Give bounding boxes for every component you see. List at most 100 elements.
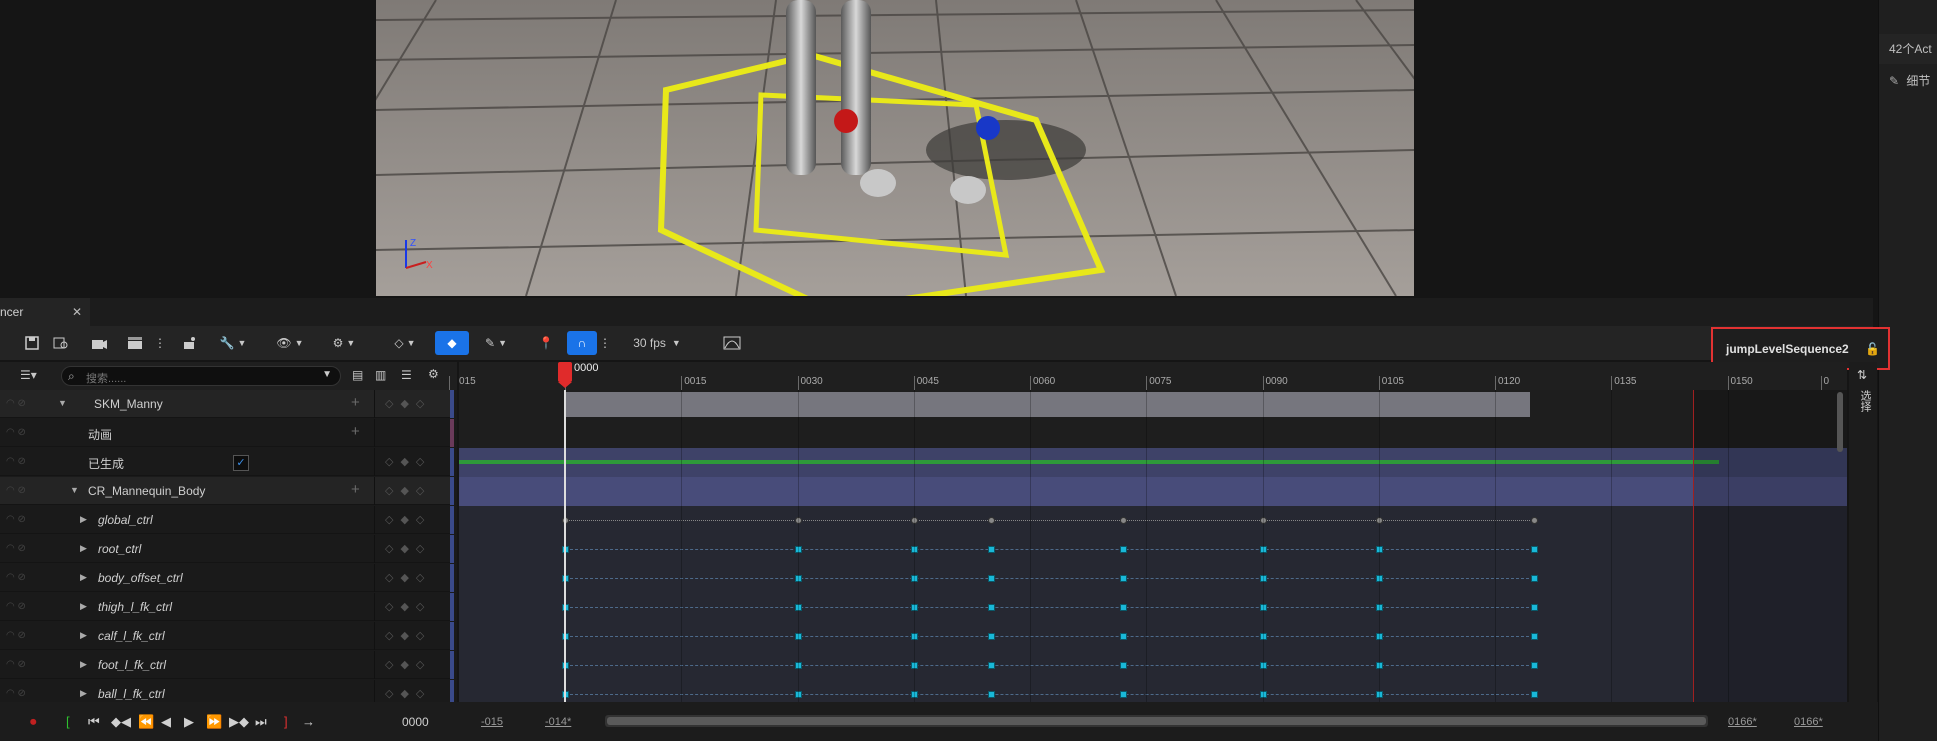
view-start-field[interactable]: -014* <box>545 716 571 728</box>
key-nav-icons[interactable]: ◇◆◇ <box>385 397 431 410</box>
keyframe[interactable] <box>988 633 996 640</box>
clapperboard-icon[interactable] <box>124 331 146 355</box>
keyframe[interactable] <box>1530 604 1538 611</box>
timeline-row[interactable] <box>459 593 1847 622</box>
keyframe[interactable] <box>1120 633 1127 640</box>
keyframe[interactable] <box>1530 691 1538 698</box>
timeline-row[interactable] <box>459 419 1847 448</box>
keyframe[interactable] <box>1120 546 1127 553</box>
fps-dropdown[interactable]: 30 fps ▼ <box>628 331 686 355</box>
set-end-icon[interactable]: ] <box>284 714 288 729</box>
curve-editor-icon[interactable] <box>721 331 743 355</box>
render-movie-icon[interactable] <box>88 331 110 355</box>
timeline-row[interactable] <box>459 680 1847 702</box>
keyframe[interactable] <box>988 604 996 611</box>
keyframe[interactable] <box>1120 662 1127 669</box>
timeline-row[interactable] <box>459 651 1847 680</box>
edit-mode-dropdown[interactable]: ✎ ▼ <box>478 331 514 355</box>
expand-arrow-icon[interactable]: ▶ <box>80 543 87 554</box>
jump-start-icon[interactable]: ⏮ <box>88 714 100 730</box>
track-visibility-icon[interactable]: ◠ ⊘ <box>6 514 26 525</box>
step-forward-icon[interactable]: ⏩ <box>206 714 222 730</box>
set-start-icon[interactable]: [ <box>66 714 70 729</box>
close-icon[interactable]: ✕ <box>72 298 82 326</box>
keyframe[interactable] <box>1120 517 1127 524</box>
timeline-row[interactable] <box>459 535 1847 564</box>
timeline-row[interactable] <box>459 622 1847 651</box>
track-visibility-icon[interactable]: ◠ ⊘ <box>6 688 26 699</box>
track-visibility-icon[interactable]: ◠ ⊘ <box>6 630 26 641</box>
keyframe[interactable] <box>1530 633 1538 640</box>
sequencer-tab[interactable]: ncer ✕ <box>0 298 90 326</box>
key-nav-icons[interactable]: ◇◆◇ <box>385 658 431 671</box>
track-visibility-icon[interactable]: ◠ ⊘ <box>6 572 26 583</box>
keyframe[interactable] <box>1530 575 1538 582</box>
auto-key-toggle[interactable]: ◆ <box>435 331 469 355</box>
camera-track-icon[interactable] <box>180 331 202 355</box>
keyframe[interactable] <box>1530 662 1538 669</box>
track-visibility-icon[interactable]: ◠ ⊘ <box>6 485 26 496</box>
loop-icon[interactable]: → <box>302 714 315 729</box>
track-row[interactable]: ◠ ⊘ ▶ thigh_l_fk_ctrl ◇◆◇ <box>0 593 454 621</box>
playback-options-dropdown[interactable]: ⚙ ▼ <box>326 331 362 355</box>
timeline-ruler[interactable]: 015 0015 0030 0045 0060 0075 0090 0105 0120 0135 0… <box>448 362 1847 390</box>
track-visibility-icon[interactable]: ◠ ⊘ <box>6 456 26 467</box>
keyframe[interactable] <box>988 691 996 698</box>
collapse-icon[interactable]: ▤ <box>352 368 363 382</box>
track-visibility-icon[interactable]: ◠ ⊘ <box>6 601 26 612</box>
add-track-icon[interactable]: + <box>351 481 360 498</box>
prev-key-icon[interactable]: ◆◀ <box>111 714 131 730</box>
more-options-icon[interactable]: ⋮ <box>154 331 166 355</box>
scrollbar-thumb[interactable] <box>607 717 1706 725</box>
snap-toggle[interactable]: ∩ <box>567 331 597 355</box>
expand-arrow-icon[interactable]: ▶ <box>80 514 87 525</box>
timeline-row[interactable] <box>459 448 1847 477</box>
track-row[interactable]: ◠ ⊘ ▶ calf_l_fk_ctrl ◇◆◇ <box>0 622 454 650</box>
key-nav-icons[interactable]: ◇◆◇ <box>385 687 431 700</box>
generated-checkbox[interactable]: ✓ <box>233 455 249 471</box>
vertical-scrollbar[interactable] <box>1837 392 1843 452</box>
add-track-icon[interactable]: + <box>351 394 360 411</box>
expand-arrow-icon[interactable]: ▶ <box>80 659 87 670</box>
tools-dropdown[interactable]: 🔧 ▼ <box>218 331 248 355</box>
track-row[interactable]: ◠ ⊘ ▶ body_offset_ctrl ◇◆◇ <box>0 564 454 592</box>
range-end-field[interactable]: 0166* <box>1794 716 1823 728</box>
keyframe[interactable] <box>988 575 996 582</box>
snap-options-icon[interactable]: ⋮ <box>599 331 611 355</box>
track-row[interactable]: ◠ ⊘ 已生成 ✓ ◇◆◇ <box>0 448 454 476</box>
playhead-handle[interactable] <box>558 362 572 388</box>
marker-icon[interactable]: 📍 <box>538 331 554 355</box>
track-row[interactable]: ◠ ⊘ ▶ foot_l_fk_ctrl ◇◆◇ <box>0 651 454 679</box>
expand-arrow-icon[interactable]: ▼ <box>58 398 67 408</box>
expand-arrow-icon[interactable]: ▶ <box>80 572 87 583</box>
track-visibility-icon[interactable]: ◠ ⊘ <box>6 427 26 438</box>
track-visibility-icon[interactable]: ◠ ⊘ <box>6 659 26 670</box>
expand-arrow-icon[interactable]: ▶ <box>80 630 87 641</box>
expand-arrow-icon[interactable]: ▶ <box>80 688 87 699</box>
lock-icon[interactable]: 🔓 <box>1865 342 1880 356</box>
timeline-row[interactable] <box>459 477 1847 506</box>
list-icon[interactable]: ☰ <box>401 368 412 382</box>
timeline-area[interactable] <box>459 390 1847 702</box>
key-nav-icons[interactable]: ◇◆◇ <box>385 600 431 613</box>
keyframe[interactable] <box>1120 575 1127 582</box>
key-nav-icons[interactable]: ◇◆◇ <box>385 455 431 468</box>
find-asset-icon[interactable] <box>50 331 72 355</box>
key-nav-icons[interactable]: ◇◆◇ <box>385 513 431 526</box>
keyframe[interactable] <box>1530 517 1538 524</box>
play-icon[interactable]: ▶ <box>184 714 194 730</box>
outliner-tab[interactable]: 42个Act <box>1879 34 1937 64</box>
track-visibility-icon[interactable]: ◠ ⊘ <box>6 398 26 409</box>
view-end-field[interactable]: 0166* <box>1728 716 1757 728</box>
save-icon[interactable] <box>22 331 42 355</box>
playhead-line[interactable] <box>564 390 566 702</box>
key-interpolation-dropdown[interactable]: ◇ ▼ <box>388 331 422 355</box>
track-visibility-icon[interactable]: ◠ ⊘ <box>6 543 26 554</box>
add-track-icon[interactable]: + <box>351 423 360 440</box>
keyframe[interactable] <box>988 517 996 524</box>
settings-sliders-icon[interactable]: ⇅ <box>1857 368 1867 382</box>
details-tab[interactable]: ✎ 细节 <box>1879 66 1937 96</box>
play-reverse-icon[interactable]: ◀ <box>161 714 171 730</box>
track-row[interactable]: ◠ ⊘ ▶ global_ctrl ◇◆◇ <box>0 506 454 534</box>
track-row[interactable]: ◠ ⊘ ▼ SKM_Manny + ◇◆◇ <box>0 390 454 418</box>
